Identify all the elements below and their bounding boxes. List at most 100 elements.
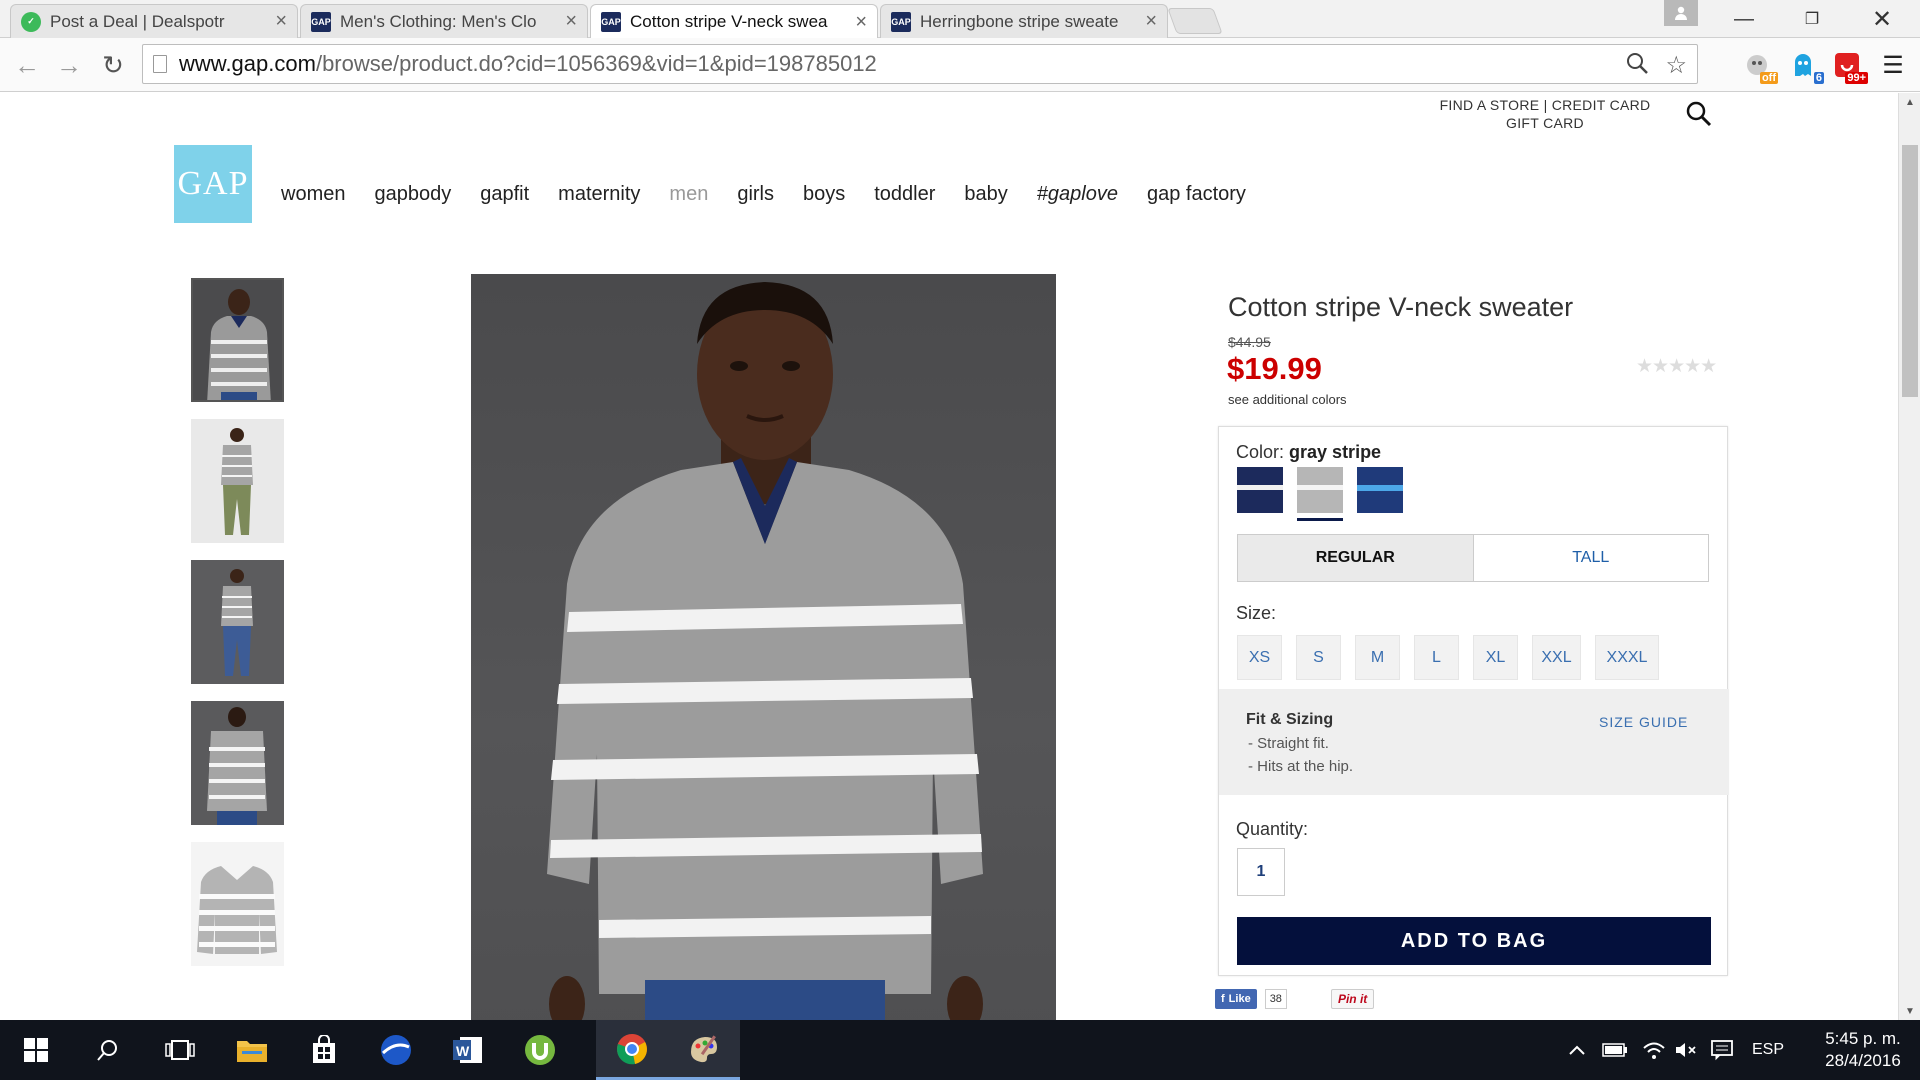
- close-icon[interactable]: ×: [1145, 10, 1157, 33]
- reload-button[interactable]: ↻: [96, 48, 130, 82]
- product-thumbnail[interactable]: [191, 701, 284, 825]
- task-view-icon[interactable]: [144, 1020, 216, 1080]
- size-l-button[interactable]: L: [1414, 635, 1459, 680]
- product-options-panel: Color: gray stripe REGULAR TALL Size: XS…: [1218, 426, 1729, 976]
- restore-button[interactable]: ❐: [1792, 6, 1832, 32]
- minimize-button[interactable]: —: [1724, 6, 1764, 32]
- nav-men[interactable]: men: [669, 183, 708, 206]
- close-icon[interactable]: ×: [565, 10, 577, 33]
- svg-text:W: W: [456, 1043, 470, 1059]
- credit-card-link[interactable]: CREDIT CARD: [1552, 97, 1651, 113]
- product-thumbnail[interactable]: [191, 419, 284, 543]
- gap-logo[interactable]: GAP: [174, 145, 252, 223]
- taskbar-clock[interactable]: 5:45 p. m. 28/4/2016: [1810, 1028, 1916, 1072]
- tab-herringbone[interactable]: GAP Herringbone stripe sweate ×: [880, 4, 1168, 38]
- size-xxl-button[interactable]: XXL: [1532, 635, 1581, 680]
- bookmark-star-icon[interactable]: ☆: [1665, 51, 1687, 82]
- utility-separator: |: [1543, 97, 1548, 113]
- extension-badge: off: [1759, 72, 1778, 84]
- nav-toddler[interactable]: toddler: [874, 183, 935, 206]
- browser-tab-strip: ✓ Post a Deal | Dealspotr × GAP Men's Cl…: [0, 0, 1920, 39]
- pinterest-pin-button[interactable]: Pin it: [1330, 989, 1375, 1009]
- additional-colors-link[interactable]: see additional colors: [1228, 392, 1347, 407]
- tab-title: Cotton stripe V-neck swea: [630, 12, 828, 31]
- address-bar[interactable]: www.gap.com/browse/product.do?cid=105636…: [142, 44, 1698, 84]
- swatch-navy-stripe[interactable]: [1237, 467, 1283, 513]
- google-earth-icon[interactable]: [360, 1020, 432, 1080]
- close-window-button[interactable]: ✕: [1862, 6, 1902, 33]
- add-to-bag-button[interactable]: ADD TO BAG: [1237, 917, 1711, 965]
- chrome-menu-icon[interactable]: ☰: [1876, 48, 1910, 82]
- store-icon[interactable]: [288, 1020, 360, 1080]
- size-xxxl-button[interactable]: XXXL: [1595, 635, 1659, 680]
- size-xs-button[interactable]: XS: [1237, 635, 1282, 680]
- word-icon[interactable]: W: [432, 1020, 504, 1080]
- red-extension-icon[interactable]: 99+: [1830, 48, 1868, 84]
- search-icon[interactable]: [1684, 99, 1714, 129]
- utorrent-icon[interactable]: [504, 1020, 576, 1080]
- product-thumbnail[interactable]: [191, 278, 284, 402]
- show-hidden-icons[interactable]: [1568, 1020, 1586, 1080]
- size-s-button[interactable]: S: [1296, 635, 1341, 680]
- swatch-gray-stripe[interactable]: [1297, 467, 1343, 513]
- nav-girls[interactable]: girls: [737, 183, 774, 206]
- nav-women[interactable]: women: [281, 183, 345, 206]
- size-m-button[interactable]: M: [1355, 635, 1400, 680]
- tab-cotton-stripe[interactable]: GAP Cotton stripe V-neck swea ×: [590, 4, 878, 39]
- language-indicator[interactable]: ESP: [1752, 1020, 1784, 1080]
- scroll-up-arrow-icon[interactable]: ▲: [1899, 93, 1920, 111]
- tab-dealspotr[interactable]: ✓ Post a Deal | Dealspotr ×: [10, 4, 298, 38]
- find-store-link[interactable]: FIND A STORE: [1440, 97, 1540, 113]
- size-guide-link[interactable]: SIZE GUIDE: [1599, 714, 1688, 730]
- tab-mens-clothing[interactable]: GAP Men's Clothing: Men's Clo ×: [300, 4, 588, 38]
- tab-title: Men's Clothing: Men's Clo: [340, 11, 537, 31]
- rating-stars[interactable]: ★★★★★: [1636, 355, 1717, 378]
- logo-text: GAP: [177, 165, 249, 202]
- search-icon[interactable]: [72, 1020, 144, 1080]
- volume-muted-icon[interactable]: [1674, 1020, 1698, 1080]
- forward-button[interactable]: →: [52, 48, 86, 82]
- start-button[interactable]: [0, 1020, 72, 1080]
- battery-icon[interactable]: [1602, 1020, 1628, 1080]
- close-icon[interactable]: ×: [855, 11, 867, 34]
- fit-regular-button[interactable]: REGULAR: [1238, 535, 1474, 581]
- action-center-icon[interactable]: [1710, 1020, 1734, 1080]
- scroll-down-arrow-icon[interactable]: ▼: [1899, 1002, 1920, 1020]
- gap-icon: GAP: [311, 11, 331, 32]
- size-xl-button[interactable]: XL: [1473, 635, 1518, 680]
- back-button[interactable]: ←: [10, 48, 44, 82]
- facebook-like-button[interactable]: f Like: [1215, 989, 1257, 1009]
- new-tab-button[interactable]: [1167, 8, 1223, 34]
- nav-baby[interactable]: baby: [964, 183, 1007, 206]
- product-main-image[interactable]: [471, 274, 1056, 1020]
- nav-gap-factory[interactable]: gap factory: [1147, 183, 1246, 206]
- paint-icon[interactable]: [668, 1020, 740, 1080]
- swatch-blue-stripe[interactable]: [1357, 467, 1403, 513]
- file-explorer-icon[interactable]: [216, 1020, 288, 1080]
- quantity-label: Quantity:: [1236, 819, 1309, 839]
- nav-gapbody[interactable]: gapbody: [374, 183, 451, 206]
- gift-card-link[interactable]: GIFT CARD: [1506, 115, 1584, 131]
- ghostery-extension-icon[interactable]: 6: [1786, 48, 1824, 84]
- close-icon[interactable]: ×: [275, 10, 287, 33]
- zoom-icon[interactable]: [1625, 51, 1649, 82]
- fit-tall-button[interactable]: TALL: [1473, 535, 1708, 581]
- product-thumbnail[interactable]: [191, 560, 284, 684]
- nav-gapfit[interactable]: gapfit: [480, 183, 529, 206]
- nav-gaplove[interactable]: #gaplove: [1037, 183, 1118, 206]
- size-label: Size:: [1236, 603, 1277, 623]
- swatch-selected-indicator: [1297, 518, 1343, 521]
- product-thumbnail[interactable]: [191, 842, 284, 966]
- profile-icon[interactable]: [1664, 0, 1698, 26]
- page-scrollbar[interactable]: ▲ ▼: [1898, 93, 1920, 1020]
- wifi-icon[interactable]: [1642, 1020, 1666, 1080]
- honey-extension-icon[interactable]: off: [1740, 48, 1778, 84]
- extension-badge: 6: [1813, 72, 1824, 84]
- chrome-taskbar-icon[interactable]: [596, 1020, 668, 1080]
- nav-maternity[interactable]: maternity: [558, 183, 640, 206]
- fit-selector: REGULAR TALL: [1237, 534, 1709, 582]
- nav-boys[interactable]: boys: [803, 183, 845, 206]
- scrollbar-thumb[interactable]: [1902, 145, 1918, 397]
- quantity-input[interactable]: [1237, 848, 1285, 896]
- tab-title: Herringbone stripe sweate: [920, 11, 1119, 31]
